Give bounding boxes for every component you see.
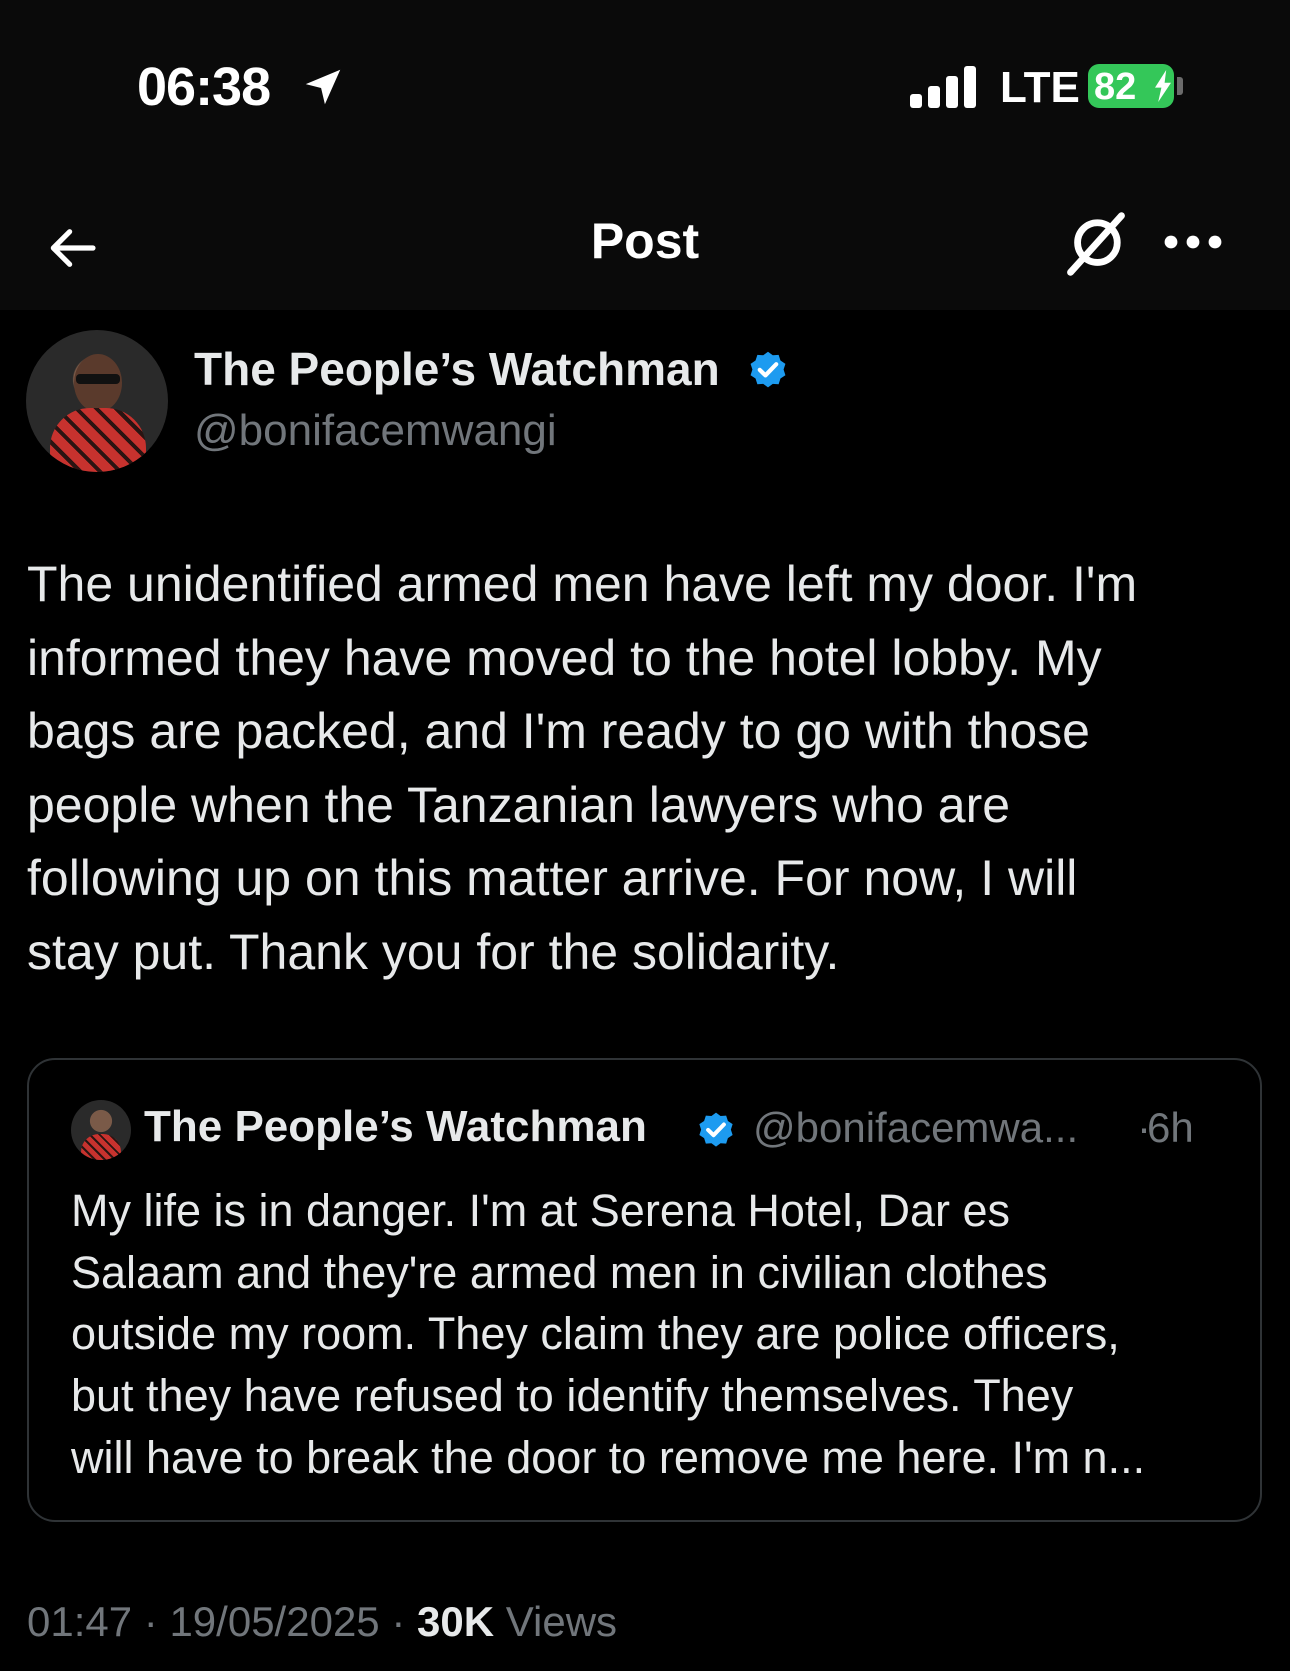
signal-bars-icon [910, 64, 976, 108]
quote-text: My life is in danger. I'm at Serena Hote… [71, 1185, 1146, 1483]
meta-separator: · [143, 1598, 158, 1645]
quoted-post[interactable]: The People’s Watchman @bonifacemwa... · … [27, 1058, 1262, 1522]
author-avatar[interactable] [26, 330, 168, 472]
more-dots-icon[interactable] [1162, 232, 1224, 252]
charging-bolt-icon [1155, 70, 1171, 102]
author-name[interactable]: The People’s Watchman [194, 342, 720, 396]
quote-author-handle: @bonifacemwa... [753, 1104, 1079, 1151]
post-text: The unidentified armed men have left my … [27, 556, 1138, 980]
network-type: LTE [1000, 63, 1080, 112]
post-date: 19/05/2025 [169, 1598, 380, 1645]
battery-indicator: 82 [1088, 64, 1174, 108]
status-bar: 06:38 LTE 82 [0, 0, 1290, 180]
meta-separator: · [391, 1598, 406, 1645]
battery-cap [1177, 77, 1183, 95]
post-time: 01:47 [27, 1598, 133, 1645]
quote-timestamp: 6h [1147, 1104, 1194, 1151]
location-arrow-icon [305, 69, 341, 105]
views-count[interactable]: 30K [417, 1598, 494, 1645]
status-time: 06:38 [137, 57, 271, 117]
battery-level: 82 [1094, 66, 1137, 108]
grok-icon[interactable] [1062, 210, 1130, 278]
nav-bar: Post [0, 180, 1290, 310]
verified-badge-icon[interactable] [746, 349, 790, 393]
post-meta: 01:47 · 19/05/2025 · 30K Views [27, 1598, 617, 1646]
author-handle[interactable]: @bonifacemwangi [194, 406, 557, 456]
quote-author-name: The People’s Watchman [144, 1102, 647, 1151]
quote-author-avatar [71, 1100, 131, 1160]
quote-verified-badge-icon [699, 1112, 733, 1147]
views-label[interactable]: Views [506, 1598, 617, 1645]
